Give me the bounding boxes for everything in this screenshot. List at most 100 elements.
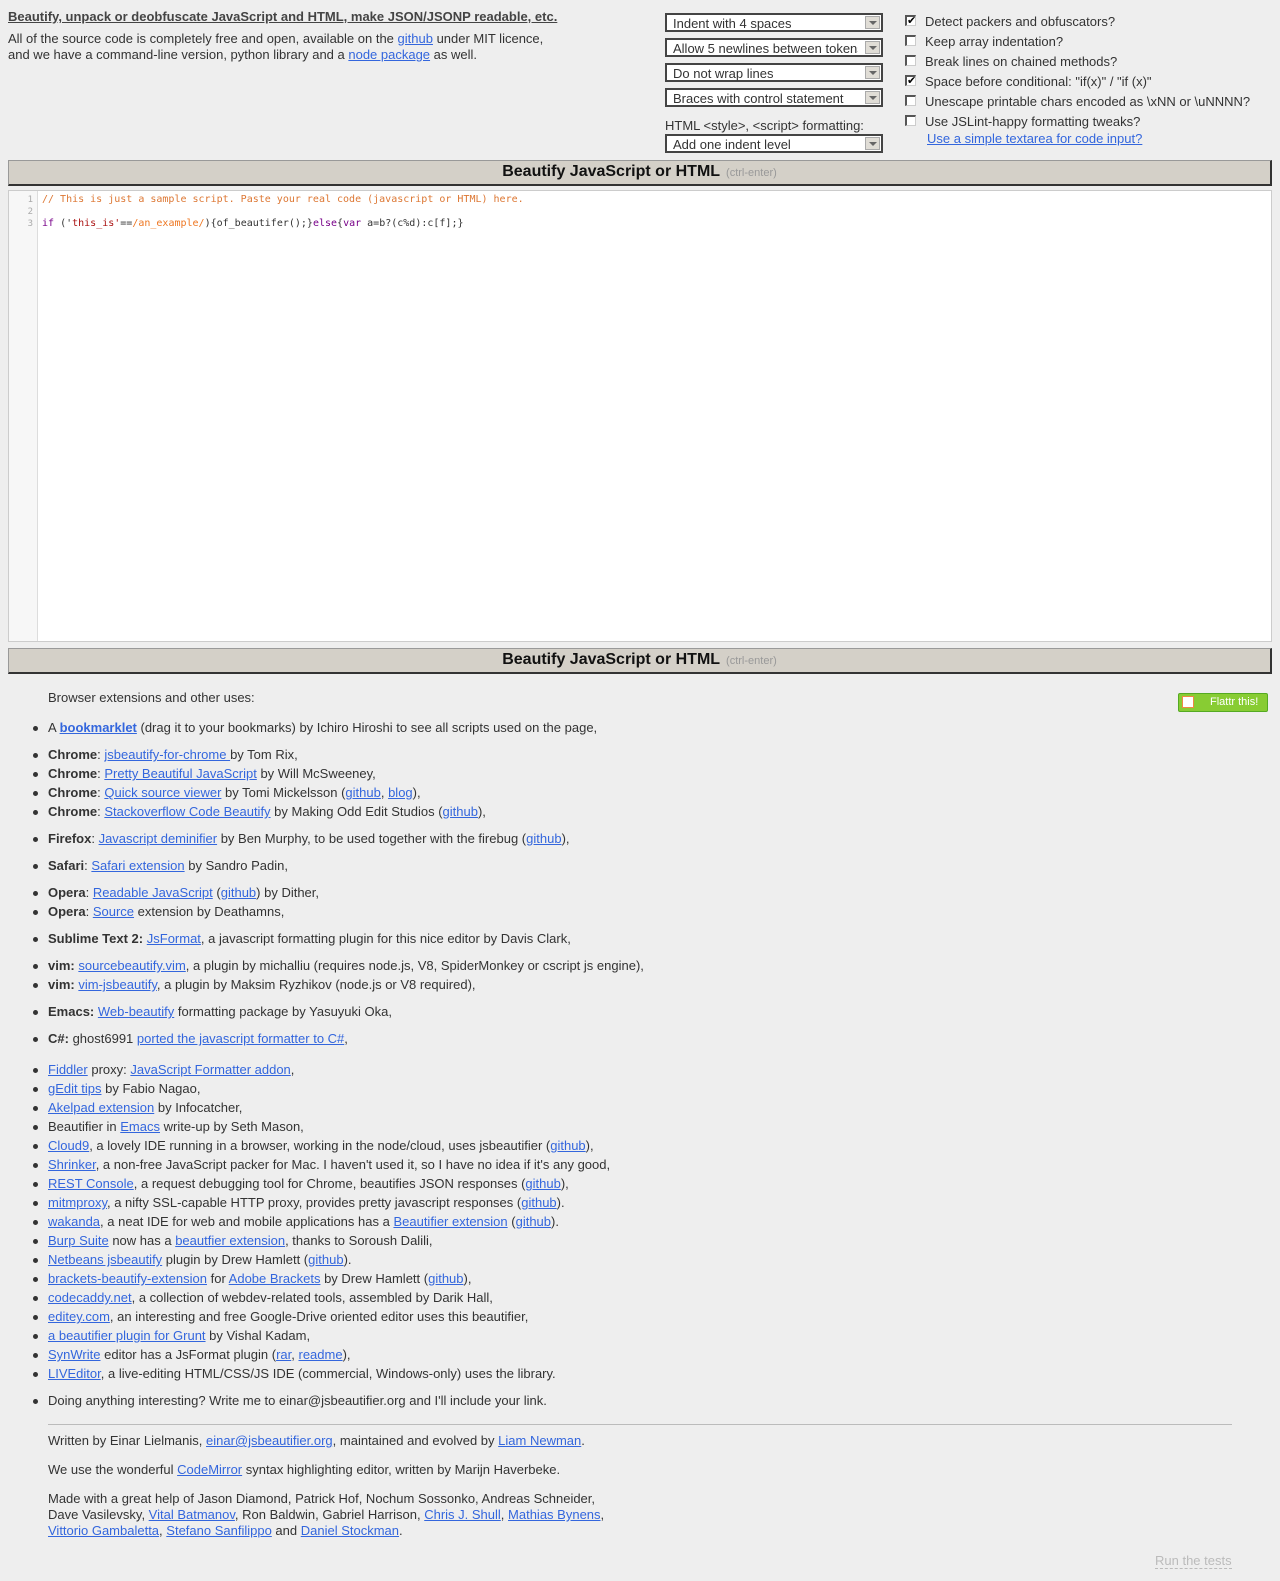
beautify-button-bottom[interactable]: Beautify JavaScript or HTML (ctrl-enter) xyxy=(8,648,1272,674)
extension-link[interactable]: SynWrite xyxy=(48,1347,101,1362)
code-editor[interactable]: 1 2 3 // This is just a sample script. P… xyxy=(8,190,1272,642)
chevron-down-icon[interactable] xyxy=(865,41,880,54)
extension-link[interactable]: Readable JavaScript xyxy=(93,885,213,900)
chevron-down-icon[interactable] xyxy=(865,16,880,29)
extension-link[interactable]: Adobe Brackets xyxy=(229,1271,321,1286)
github-link[interactable]: github xyxy=(526,831,561,846)
contributor-link[interactable]: Daniel Stockman xyxy=(301,1523,399,1538)
extension-link[interactable]: Cloud9 xyxy=(48,1138,89,1153)
checkbox[interactable] xyxy=(905,55,916,66)
github-link[interactable]: github xyxy=(345,785,380,800)
extension-link[interactable]: Pretty Beautiful JavaScript xyxy=(104,766,256,781)
extension-link[interactable]: Fiddler xyxy=(48,1062,88,1077)
extension-link[interactable]: Quick source viewer xyxy=(104,785,221,800)
extension-link[interactable]: a beautifier plugin for Grunt xyxy=(48,1328,206,1343)
beautify-button-label: Beautify JavaScript or HTML xyxy=(502,163,721,180)
extension-link[interactable]: jsbeautify-for-chrome xyxy=(104,747,230,762)
extension-link[interactable]: ported the javascript formatter to C# xyxy=(137,1031,344,1046)
extension-link[interactable]: Safari extension xyxy=(91,858,184,873)
chevron-down-icon[interactable] xyxy=(865,137,880,150)
github-link[interactable]: github xyxy=(428,1271,463,1286)
extension-link[interactable]: Beautifier extension xyxy=(393,1214,507,1229)
codemirror-link[interactable]: CodeMirror xyxy=(177,1462,242,1477)
checkbox[interactable] xyxy=(905,115,916,126)
extension-link[interactable]: JsFormat xyxy=(147,931,201,946)
extension-link[interactable]: Netbeans jsbeautify xyxy=(48,1252,162,1267)
flattr-button[interactable]: Flattr this! xyxy=(1178,693,1268,712)
extension-link[interactable]: beautfier extension xyxy=(175,1233,285,1248)
list-item: Opera: Readable JavaScript (github) by D… xyxy=(32,885,320,900)
extension-link[interactable]: Burp Suite xyxy=(48,1233,109,1248)
extension-link[interactable]: LIVEditor xyxy=(48,1366,101,1381)
contributor-link[interactable]: Mathias Bynens xyxy=(508,1507,601,1522)
github-link[interactable]: github xyxy=(443,804,478,819)
extension-link[interactable]: sourcebeautify.vim xyxy=(78,958,185,973)
extension-link[interactable]: REST Console xyxy=(48,1176,134,1191)
contributor-link[interactable]: Stefano Sanfilippo xyxy=(166,1523,272,1538)
list-item: Cloud9, a lovely IDE running in a browse… xyxy=(33,1138,594,1153)
github-link[interactable]: github xyxy=(525,1176,560,1191)
extension-link[interactable]: editey.com xyxy=(48,1309,110,1324)
contributor-link[interactable]: Vittorio Gambaletta xyxy=(48,1523,159,1538)
github-link[interactable]: github xyxy=(516,1214,551,1229)
extension-link[interactable]: gEdit tips xyxy=(48,1081,101,1096)
chevron-down-icon[interactable] xyxy=(865,91,880,104)
list-item: REST Console, a request debugging tool f… xyxy=(33,1176,569,1191)
item-text: by Tom Rix, xyxy=(230,747,298,762)
beautify-button[interactable]: Beautify JavaScript or HTML (ctrl-enter) xyxy=(8,160,1272,186)
checkbox-label: Use JSLint-happy formatting tweaks? xyxy=(925,114,1141,129)
maintainer-link[interactable]: Liam Newman xyxy=(498,1433,581,1448)
github-link[interactable]: github xyxy=(308,1252,343,1267)
extension-link[interactable]: codecaddy.net xyxy=(48,1290,132,1305)
list-item: Netbeans jsbeautify plugin by Drew Hamle… xyxy=(33,1252,352,1267)
extension-link[interactable]: Stackoverflow Code Beautify xyxy=(104,804,270,819)
wrap-select[interactable]: Do not wrap lines xyxy=(665,63,883,82)
extension-link[interactable]: Emacs xyxy=(120,1119,160,1134)
list-item: Emacs: Web-beautify formatting package b… xyxy=(33,1004,392,1019)
extension-link[interactable]: JavaScript Formatter addon xyxy=(130,1062,290,1077)
checkbox[interactable] xyxy=(905,35,916,46)
header: Beautify, unpack or deobfuscate JavaScri… xyxy=(8,9,648,63)
item-text: , xyxy=(344,1031,348,1046)
item-text: ), xyxy=(585,1138,594,1153)
braces-select[interactable]: Braces with control statement xyxy=(665,88,883,107)
node-package-link[interactable]: node package xyxy=(348,47,430,62)
checkbox[interactable] xyxy=(905,95,916,106)
extension-link[interactable]: Source xyxy=(93,904,134,919)
extension-link[interactable]: Javascript deminifier xyxy=(99,831,218,846)
readme-link[interactable]: readme xyxy=(298,1347,342,1362)
extension-link[interactable]: brackets-beautify-extension xyxy=(48,1271,207,1286)
checkmark-icon[interactable]: ✔ xyxy=(905,15,916,27)
extension-link[interactable]: vim-jsbeautify xyxy=(78,977,157,992)
extension-link[interactable]: Shrinker xyxy=(48,1157,96,1172)
extension-link[interactable]: Web-beautify xyxy=(98,1004,174,1019)
extension-link[interactable]: wakanda xyxy=(48,1214,100,1229)
bookmarklet-link[interactable]: bookmarklet xyxy=(60,720,137,735)
item-text: , a live-editing HTML/CSS/JS IDE (commer… xyxy=(100,1366,556,1381)
html-formatting-select[interactable]: Add one indent level xyxy=(665,134,883,153)
item-label: Chrome xyxy=(48,785,98,800)
contributor-link[interactable]: Vital Batmanov xyxy=(149,1507,235,1522)
github-link[interactable]: github xyxy=(398,31,433,46)
shortcut-hint: (ctrl-enter) xyxy=(726,167,777,179)
item-label: Opera xyxy=(48,904,86,919)
indent-select[interactable]: Indent with 4 spaces xyxy=(665,13,883,32)
beautify-button-label: Beautify JavaScript or HTML xyxy=(502,651,721,668)
email-link[interactable]: einar@jsbeautifier.org xyxy=(206,1433,333,1448)
list-item: Chrome: Pretty Beautiful JavaScript by W… xyxy=(33,766,376,781)
extension-link[interactable]: Akelpad extension xyxy=(48,1100,154,1115)
run-tests-link[interactable]: Run the tests xyxy=(1155,1553,1232,1569)
newlines-select[interactable]: Allow 5 newlines between tokens xyxy=(665,38,883,57)
contributor-link[interactable]: Chris J. Shull xyxy=(424,1507,501,1522)
code-line: if ('this_is'==/an_example/){of_beautife… xyxy=(42,218,464,229)
github-link[interactable]: github xyxy=(521,1195,556,1210)
extension-link[interactable]: mitmproxy xyxy=(48,1195,107,1210)
github-link[interactable]: github xyxy=(550,1138,585,1153)
checkmark-icon[interactable]: ✔ xyxy=(905,75,916,87)
list-item: Beautifier in Emacs write-up by Seth Mas… xyxy=(33,1119,304,1134)
rar-link[interactable]: rar xyxy=(276,1347,291,1362)
blog-link[interactable]: blog xyxy=(388,785,413,800)
simple-textarea-link[interactable]: Use a simple textarea for code input? xyxy=(927,131,1142,146)
chevron-down-icon[interactable] xyxy=(865,66,880,79)
github-link[interactable]: github xyxy=(221,885,256,900)
